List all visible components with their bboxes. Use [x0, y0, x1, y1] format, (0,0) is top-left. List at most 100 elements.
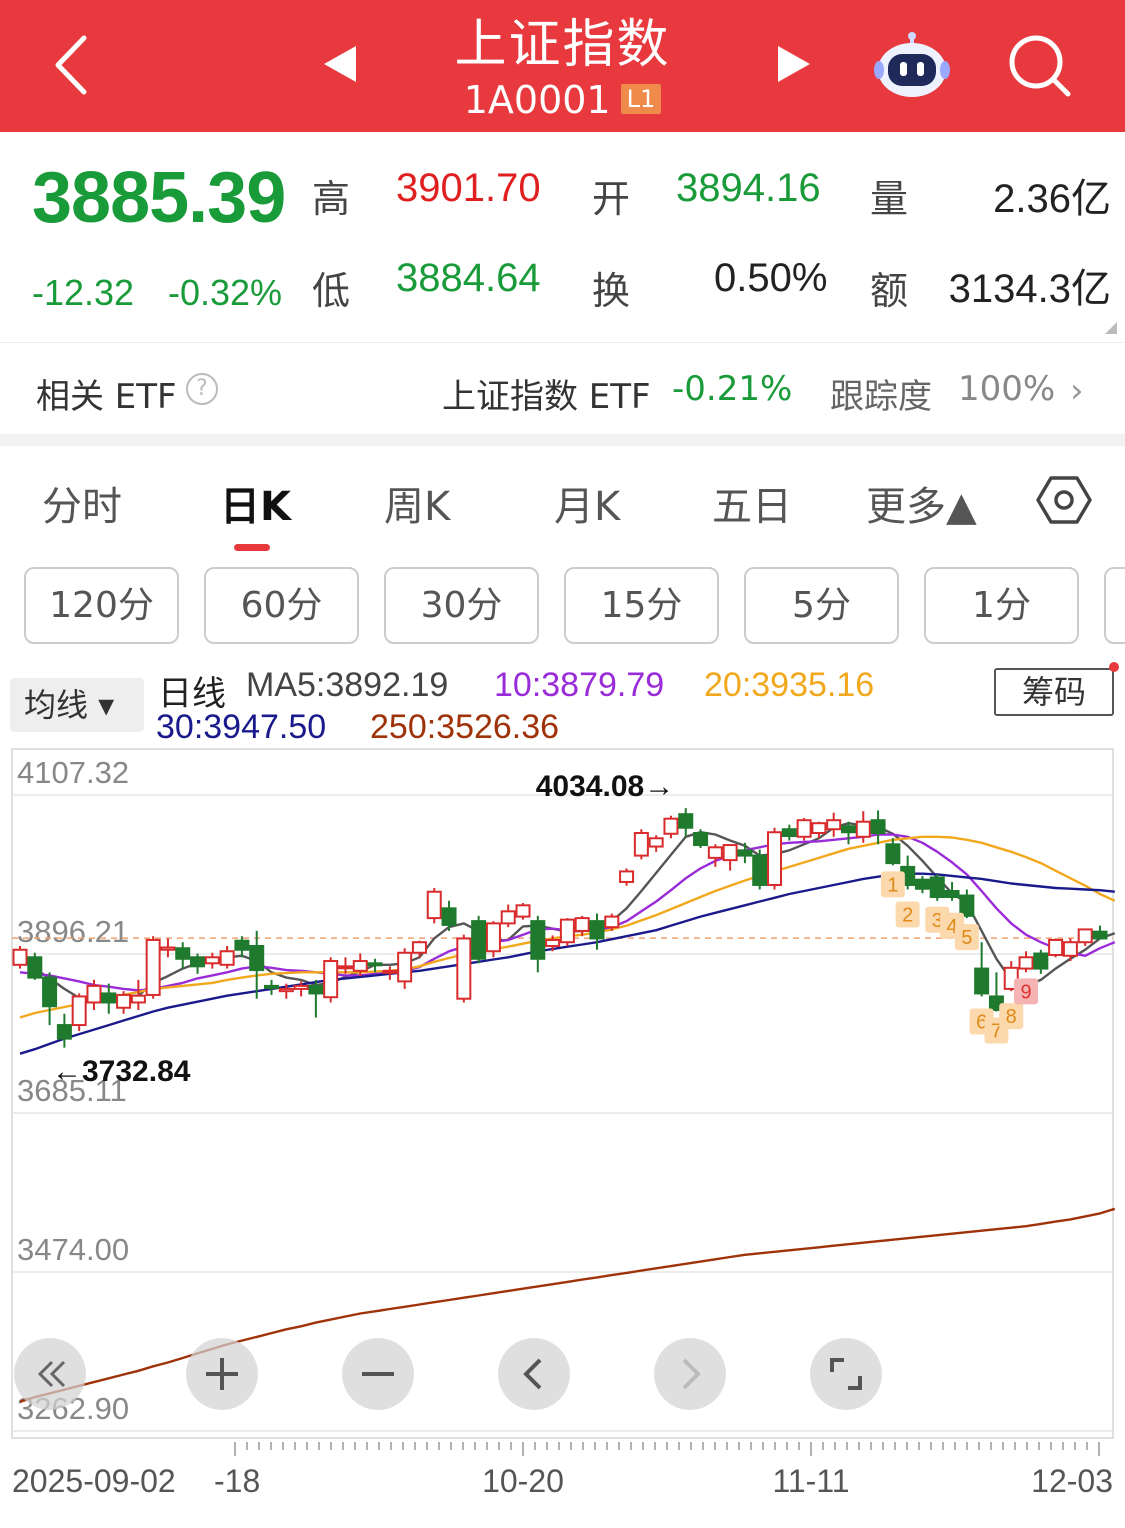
- candle: [323, 957, 339, 1003]
- candle-body: [722, 844, 738, 862]
- etf-name: 上证指数 ETF: [442, 377, 651, 417]
- candle-body: [456, 937, 472, 1000]
- plot-frame: [11, 748, 1114, 1439]
- ma-dropdown[interactable]: 均线 ▾: [10, 678, 144, 732]
- candle-body: [663, 817, 679, 835]
- candlestick-chart[interactable]: 4107.323896.213685.113474.003262.9012 3 45…: [0, 746, 1125, 1528]
- candle-body: [116, 993, 132, 1009]
- candle-body: [619, 870, 635, 883]
- td-marker-label: 5: [961, 927, 972, 949]
- td-marker: 5: [954, 924, 979, 951]
- chart-tabs: 分时 日K 周K 月K 五日 更多▲: [0, 446, 1125, 556]
- ma20-legend: 20:3935.16: [704, 666, 875, 704]
- tab-weekly-k[interactable]: 周K: [384, 474, 450, 532]
- candle-body: [707, 846, 723, 859]
- move-right-button[interactable]: [654, 1338, 726, 1410]
- candle-body: [929, 876, 945, 899]
- current-price: 3885.39: [32, 158, 286, 238]
- turnover-label: 换: [592, 269, 631, 313]
- move-left-button[interactable]: [498, 1338, 570, 1410]
- candle-body: [308, 984, 324, 995]
- help-icon[interactable]: ?: [186, 373, 218, 405]
- min-price-annotation: ←3732.84: [52, 1055, 191, 1088]
- zoom-out-button[interactable]: [342, 1338, 414, 1410]
- chevron-right-icon: [682, 1358, 701, 1390]
- candle-body: [737, 849, 753, 857]
- expand-corner-icon[interactable]: [1105, 322, 1117, 334]
- candle: [693, 829, 709, 849]
- candle-body: [604, 915, 620, 929]
- tab-monthly-k[interactable]: 月K: [554, 474, 620, 532]
- td-marker: 1: [880, 871, 905, 898]
- related-etf-row[interactable]: 相关 ETF ? 上证指数 ETF -0.21% 跟踪度 100% ›: [0, 342, 1125, 434]
- tracking-value: 100%: [958, 369, 1056, 409]
- x-tick-label: 10-20: [482, 1463, 564, 1499]
- chip-distribution-button[interactable]: 筹码: [994, 668, 1114, 716]
- y-tick-label: 3474.00: [17, 1232, 129, 1267]
- candle-body: [500, 910, 516, 925]
- candle-body: [323, 960, 339, 999]
- period-1m[interactable]: 1分: [924, 567, 1079, 644]
- candle-body: [160, 946, 176, 951]
- open-label: 开: [592, 177, 631, 221]
- period-30m[interactable]: 30分: [384, 567, 539, 644]
- amount-label: 额: [870, 269, 909, 313]
- candle-body: [1062, 941, 1078, 957]
- candle-body: [426, 890, 442, 920]
- period-60m[interactable]: 60分: [204, 567, 359, 644]
- candle-body: [101, 992, 117, 1004]
- candle-body: [693, 832, 709, 847]
- double-chevron-left-icon: [37, 1360, 66, 1388]
- zoom-in-button[interactable]: [186, 1338, 258, 1410]
- chevron-left-icon: [523, 1358, 542, 1390]
- volume-value: 2.36亿: [993, 177, 1111, 221]
- candle-body: [42, 976, 58, 1008]
- tab-daily-k[interactable]: 日K: [220, 474, 291, 532]
- td-marker: 8: [999, 1003, 1024, 1030]
- high-value: 3901.70: [396, 166, 541, 210]
- candle-body: [382, 969, 398, 974]
- period-15m[interactable]: 15分: [564, 567, 719, 644]
- candle-body: [767, 831, 783, 886]
- search-icon[interactable]: [1006, 32, 1072, 98]
- candle-body: [574, 917, 590, 932]
- x-tick-label: -18: [214, 1463, 260, 1499]
- robot-assistant-icon[interactable]: [874, 30, 950, 100]
- x-tick-label: 12-03: [1031, 1463, 1113, 1499]
- candle: [1048, 938, 1064, 958]
- ma5-legend: MA5:3892.19: [246, 666, 449, 704]
- candle-body: [796, 819, 812, 838]
- tab-more[interactable]: 更多▲: [866, 474, 977, 532]
- period-more-partial[interactable]: [1104, 567, 1125, 644]
- candle-body: [204, 956, 220, 965]
- settings-icon[interactable]: [1036, 472, 1092, 528]
- period-120m[interactable]: 120分: [24, 567, 179, 644]
- volume-label: 量: [870, 177, 909, 221]
- candle: [515, 903, 531, 920]
- candle: [796, 817, 812, 841]
- candle-body: [471, 920, 487, 960]
- period-5m[interactable]: 5分: [744, 567, 899, 644]
- candle-body: [959, 894, 975, 917]
- tab-five-day[interactable]: 五日: [712, 474, 792, 532]
- fullscreen-button[interactable]: [810, 1338, 882, 1410]
- candle-body: [1018, 956, 1034, 970]
- candle-body: [752, 854, 768, 886]
- candle: [485, 921, 501, 958]
- ma10-legend: 10:3879.79: [494, 666, 665, 704]
- scroll-left-button[interactable]: [14, 1338, 86, 1410]
- candle: [471, 915, 487, 964]
- candle-body: [781, 828, 797, 838]
- candle-body: [870, 819, 886, 835]
- next-stock-icon[interactable]: [774, 44, 814, 84]
- candle-body: [130, 994, 146, 1004]
- chevron-right-icon[interactable]: ›: [1070, 371, 1084, 411]
- stock-code-row: 1A0001 L1: [0, 78, 1125, 122]
- candle-body: [633, 832, 649, 857]
- x-tick-label: 11-11: [772, 1463, 849, 1499]
- candle-body: [885, 843, 901, 865]
- x-tick-label: 2025-09-02: [12, 1463, 176, 1499]
- candle-body: [278, 987, 294, 993]
- ma30-legend: 30:3947.50: [156, 708, 327, 746]
- tab-intraday[interactable]: 分时: [42, 474, 122, 532]
